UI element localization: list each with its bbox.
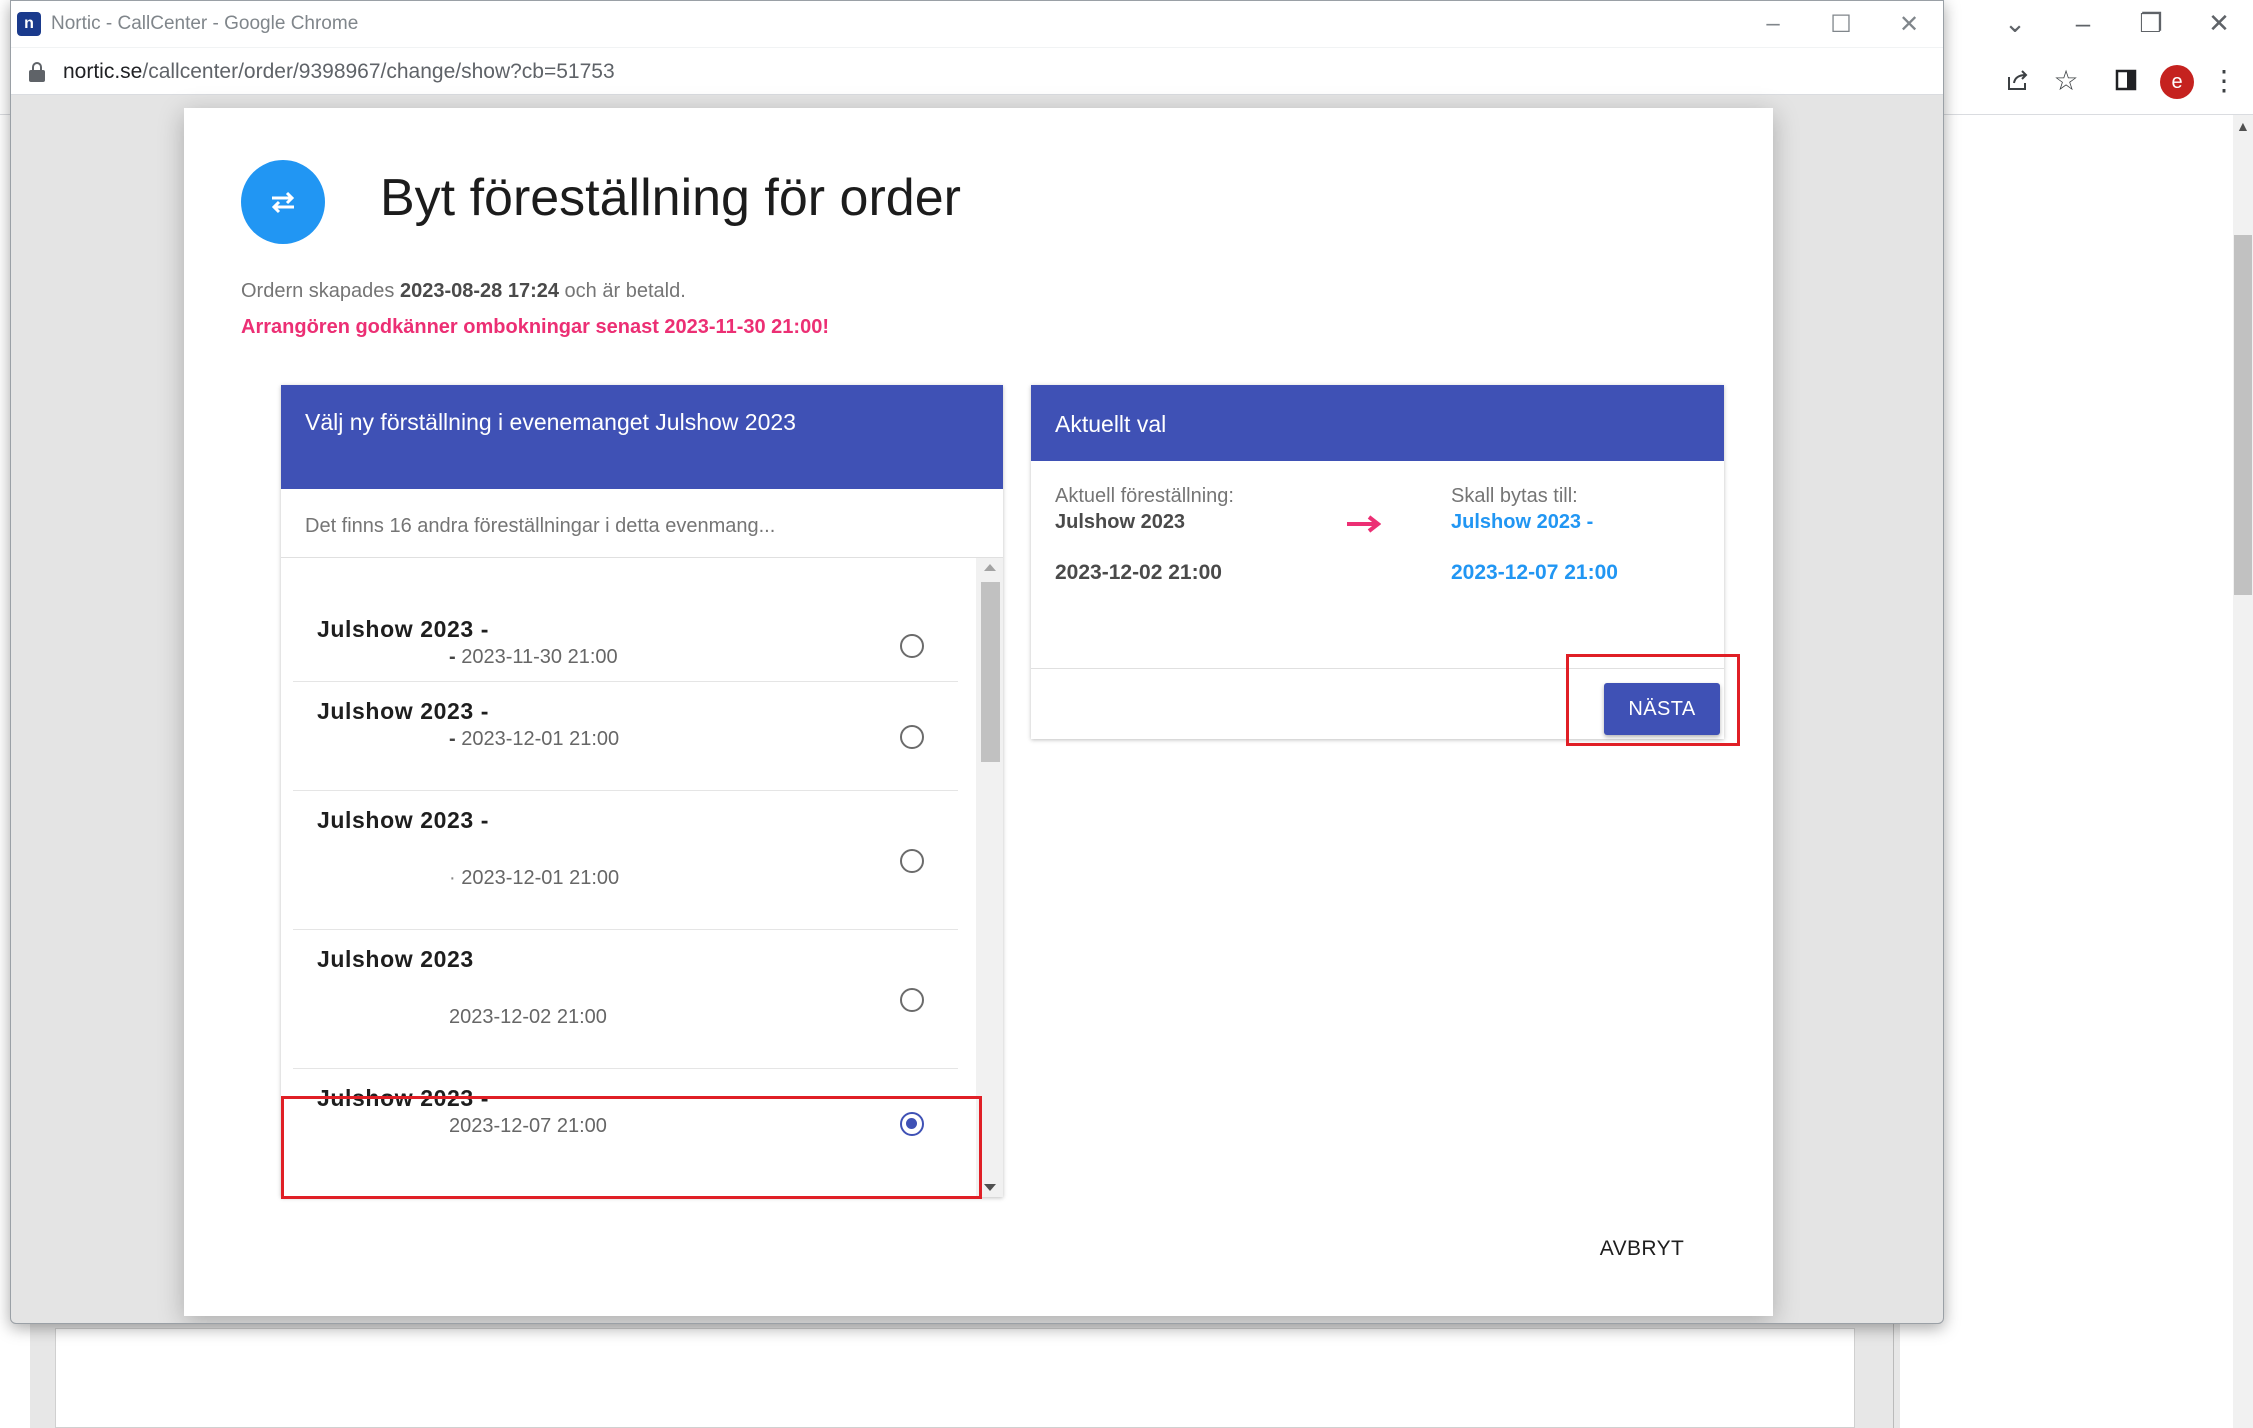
minimize-icon[interactable]: – [1745,7,1801,41]
performance-list-scrollbar[interactable] [976,558,1003,1197]
lock-icon[interactable] [29,62,45,82]
performance-selection-card: Välj ny förställning i evenemanget Julsh… [281,385,1003,1197]
url-path: /callcenter/order/9398967/change/show?cb… [142,60,615,83]
performance-name: Julshow 2023 - [317,698,490,724]
change-performance-dialog: Byt föreställning för order Ordern skapa… [184,108,1773,1316]
window-title: Nortic - CallCenter - Google Chrome [51,13,359,34]
current-performance-name: Julshow 2023 [1055,511,1186,533]
performance-count-text: Det finns 16 andra föreställningar i det… [305,515,776,537]
popup-titlebar[interactable]: n Nortic - CallCenter - Google Chrome – … [11,1,1943,47]
bookmark-star-icon[interactable]: ☆ [2048,62,2084,98]
divider [1031,668,1724,669]
address-bar[interactable]: nortic.se/callcenter/order/9398967/chang… [11,47,1943,95]
dialog-title: Byt föreställning för order [380,169,961,227]
current-performance-date: 2023-12-02 21:00 [1055,561,1222,584]
profile-avatar[interactable]: e [2160,65,2194,99]
favicon-letter: n [24,15,34,32]
new-performance-name: Julshow 2023 - [1451,511,1594,533]
tab-search-icon[interactable]: ⌄ [1986,0,2044,46]
performance-radio[interactable] [900,725,924,749]
maximize-icon[interactable]: ☐ [1813,7,1869,41]
arrow-right-icon [1345,514,1382,534]
performance-option[interactable]: Julshow 2023 - 2023-12-01 21:00 [293,791,958,930]
order-info-prefix: Ordern skapades [241,280,400,302]
performance-radio[interactable] [900,634,924,658]
performance-name: Julshow 2023 - [317,807,490,833]
performance-option[interactable]: Julshow 2023 - 2023-11-30 21:00 [293,574,958,682]
performance-date: 2023-12-02 21:00 [449,1006,607,1028]
minimize-icon[interactable]: – [2054,0,2112,46]
performance-list-scrollbar-thumb[interactable] [981,582,1000,762]
restore-icon[interactable]: ❐ [2122,0,2180,46]
performance-option-selected[interactable]: Julshow 2023 - 2023-12-07 21:00 [293,1069,958,1197]
scroll-up-arrow-icon[interactable] [984,564,996,571]
performance-radio-selected[interactable] [900,1112,924,1136]
performance-date: 2023-12-01 21:00 [449,867,619,890]
close-icon[interactable]: ✕ [2190,0,2248,46]
close-icon[interactable]: ✕ [1881,7,1937,41]
avatar-letter: e [2171,70,2183,93]
url-host: nortic.se [63,60,143,83]
page-scrollbar-thumb[interactable] [2234,235,2252,595]
current-performance-label: Aktuell föreställning: [1055,485,1234,507]
current-choice-title: Aktuellt val [1055,411,1167,437]
scroll-up-arrow-icon[interactable]: ▲ [2236,118,2250,134]
url-text[interactable]: nortic.se/callcenter/order/9398967/chang… [63,60,615,84]
performance-name: Julshow 2023 - [317,616,490,642]
performance-selection-header: Välj ny förställning i evenemanget Julsh… [281,385,1003,489]
order-info: Ordern skapades 2023-08-28 17:24 och är … [241,280,686,303]
popup-browser-window: n Nortic - CallCenter - Google Chrome – … [10,0,1944,1324]
performance-date: 2023-12-01 21:00 [449,728,619,751]
cancel-button[interactable]: AVBRYT [1584,1229,1700,1269]
next-button[interactable]: NÄSTA [1604,683,1720,735]
order-info-suffix: och är betald. [559,280,686,302]
new-performance-label: Skall bytas till: [1451,485,1578,507]
new-performance-date: 2023-12-07 21:00 [1451,561,1618,584]
current-choice-card: Aktuellt val Aktuell föreställning: Juls… [1031,385,1724,739]
side-panel-icon[interactable] [2108,62,2144,98]
order-created-date: 2023-08-28 17:24 [399,280,559,302]
nortic-favicon-icon: n [17,12,41,36]
share-icon[interactable] [2000,62,2036,98]
background-page-content [55,1328,1855,1428]
browser-menu-icon[interactable]: ⋮ [2206,62,2242,98]
performance-option[interactable]: Julshow 2023 2023-12-02 21:00 [293,930,958,1069]
swap-icon [241,160,325,244]
performance-name: Julshow 2023 - [317,1085,490,1111]
performance-option[interactable]: Julshow 2023 - 2023-12-01 21:00 [293,682,958,791]
performance-selection-title: Välj ny förställning i evenemanget Julsh… [305,409,796,435]
rebooking-deadline-warning: Arrangören godkänner ombokningar senast … [241,316,829,338]
scroll-down-arrow-icon[interactable] [984,1184,996,1191]
performance-name: Julshow 2023 [317,946,474,972]
current-choice-header: Aktuellt val [1031,385,1724,461]
performance-radio[interactable] [900,849,924,873]
performance-list[interactable]: Julshow 2023 - 2023-11-30 21:00 Julshow … [281,558,976,1197]
performance-date: 2023-11-30 21:00 [449,646,617,669]
performance-date: 2023-12-07 21:00 [449,1115,607,1137]
performance-radio[interactable] [900,988,924,1012]
